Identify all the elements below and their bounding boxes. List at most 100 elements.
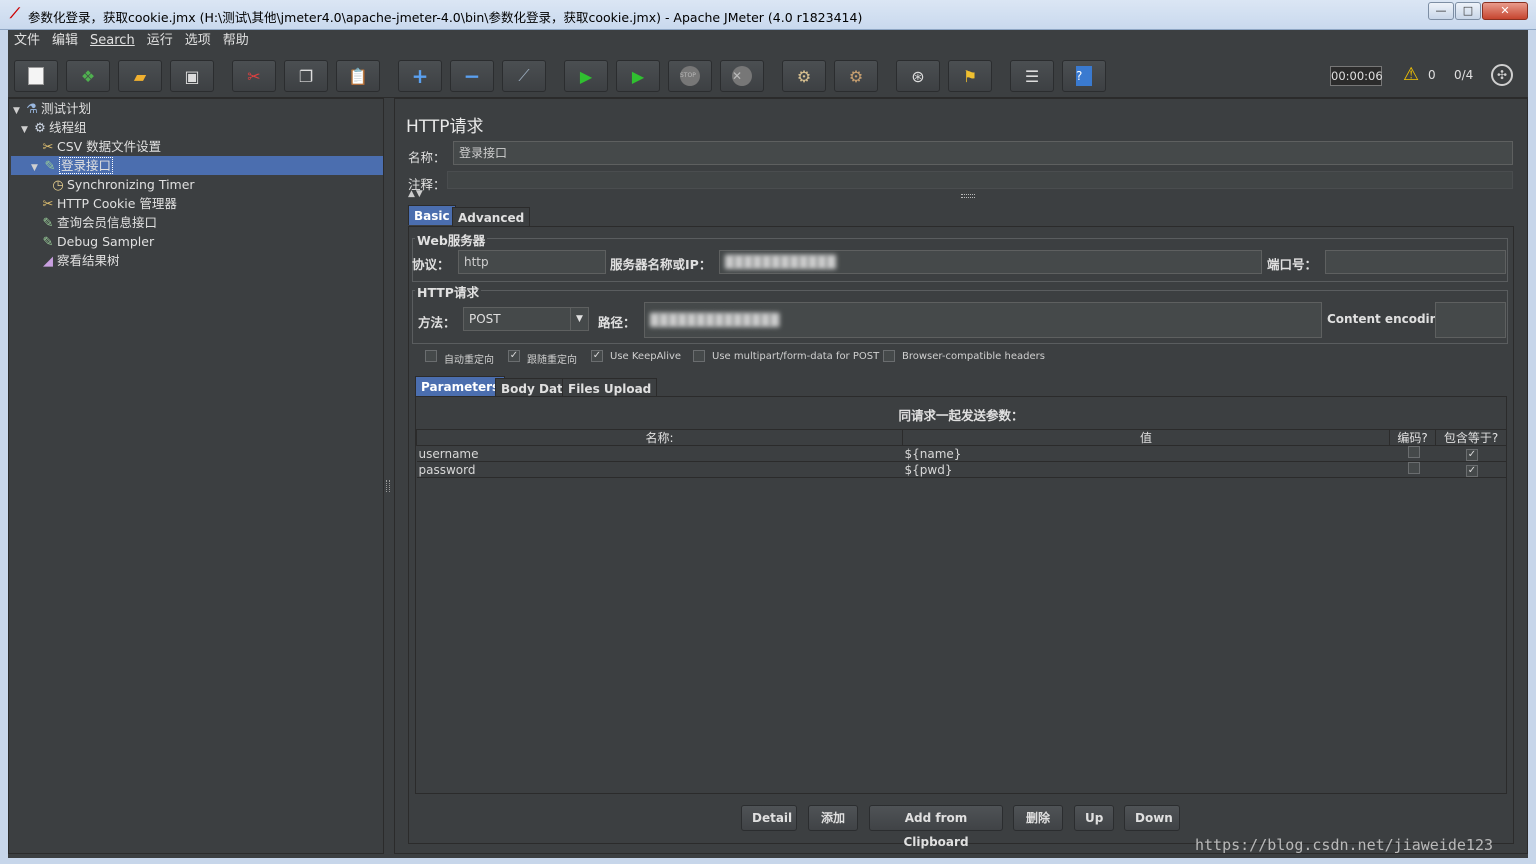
templates-button[interactable]: ❖ [66,60,110,92]
copy-button[interactable]: ❐ [284,60,328,92]
tab-basic[interactable]: Basic [408,205,456,225]
params-caption: 同请求一起发送参数： [898,408,1024,423]
minimize-button[interactable]: — [1428,2,1454,20]
auto-redirect-checkbox[interactable] [425,350,437,362]
menu-search[interactable]: Search [84,30,141,52]
param-value-cell[interactable]: ${name} [902,445,1390,462]
toggle-button[interactable]: ⟋ [502,60,546,92]
delete-button[interactable]: 删除 [1013,805,1063,831]
divider-handle[interactable] [961,194,975,198]
chevron-down-icon[interactable]: ▼ [570,308,588,330]
remote-globe-icon[interactable]: ✣ [1491,64,1513,86]
help-button[interactable]: ? [1062,60,1106,92]
tab-files-upload[interactable]: Files Upload [562,378,658,398]
stop-button[interactable]: STOP [668,60,712,92]
scissors-icon: ✂ [42,140,54,155]
menu-file[interactable]: 文件 [8,30,46,52]
tree-node-test-plan[interactable]: ▼ ⚗ 测试计划 [13,99,91,118]
method-select[interactable]: POST ▼ [463,307,589,331]
start-no-pauses-button[interactable]: ▶ [616,60,660,92]
clear-all-button[interactable]: ⚙ [834,60,878,92]
col-include-equals-header[interactable]: 包含等于? [1435,429,1507,446]
expand-arrow-icon[interactable]: ▼ [31,159,41,178]
broom-all-icon: ⚙ [848,66,864,86]
path-field[interactable]: ██████████████ [644,302,1322,338]
tree-node-cookie-manager[interactable]: ✂ HTTP Cookie 管理器 [39,194,177,213]
tree-node-debug-sampler[interactable]: ✎ Debug Sampler [39,232,155,251]
shutdown-icon: ✕ [732,66,752,86]
maximize-button[interactable]: □ [1455,2,1481,20]
keepalive-checkbox[interactable]: ✓ [591,350,603,362]
follow-redirect-label: 跟随重定向 [527,355,577,366]
search-button[interactable]: ⊛ [896,60,940,92]
expand-arrow-icon[interactable]: ▼ [21,121,31,140]
include-equals-checkbox[interactable]: ✓ [1466,449,1478,461]
clear-button[interactable]: ⚙ [782,60,826,92]
collapse-all-button[interactable]: − [450,60,494,92]
down-button[interactable]: Down [1124,805,1180,831]
up-button[interactable]: Up [1074,805,1114,831]
menu-run[interactable]: 运行 [141,30,179,52]
tree-node-csv-config[interactable]: ✂ CSV 数据文件设置 [39,137,162,156]
multipart-label: Use multipart/form-data for POST [712,351,880,362]
server-field[interactable]: ████████████ [719,250,1262,274]
tree-node-sync-timer[interactable]: ◷ Synchronizing Timer [49,175,194,194]
tab-advanced[interactable]: Advanced [452,207,531,227]
encode-cell[interactable] [1389,461,1436,478]
encode-checkbox[interactable] [1407,462,1420,474]
open-button[interactable]: ▰ [118,60,162,92]
encoding-field[interactable] [1435,302,1506,338]
name-field[interactable]: 登录接口 [453,141,1513,165]
menu-help[interactable]: 帮助 [217,30,255,52]
include-equals-checkbox[interactable]: ✓ [1466,465,1478,477]
split-pane-handle[interactable] [386,480,390,492]
warning-icon[interactable]: ⚠ [1403,64,1419,85]
follow-redirect-checkbox[interactable]: ✓ [508,350,520,362]
param-name-cell[interactable]: password [416,461,903,478]
detail-button[interactable]: Detail [741,805,797,831]
col-name-header[interactable]: 名称: [416,429,903,446]
collapse-arrows-icon[interactable]: ▲▼ [408,189,424,199]
tree-node-query-sampler[interactable]: ✎ 查询会员信息接口 [39,213,157,232]
port-field[interactable] [1325,250,1506,274]
http-request-panel: HTTP请求 名称： 登录接口 注释： ▲▼ Basic Advanced We… [394,98,1528,854]
menu-options[interactable]: 选项 [179,30,217,52]
include-equals-cell[interactable]: ✓ [1435,461,1507,478]
expand-all-button[interactable]: + [398,60,442,92]
browser-headers-checkbox[interactable] [883,350,895,362]
comment-field[interactable] [447,171,1513,189]
close-button[interactable]: ✕ [1482,2,1528,20]
toggle-icon: ⟋ [518,66,530,85]
start-button[interactable]: ▶ [564,60,608,92]
col-encode-header[interactable]: 编码? [1389,429,1436,446]
protocol-field[interactable]: http [458,250,606,274]
add-button[interactable]: 添加 [808,805,858,831]
param-name-cell[interactable]: username [416,445,903,462]
function-helper-button[interactable]: ☰ [1010,60,1054,92]
table-row[interactable]: username ${name} ✓ [416,445,1507,462]
table-row[interactable]: password ${pwd} ✓ [416,461,1507,478]
tree-node-thread-group[interactable]: ▼ ⚙ 线程组 [21,118,87,137]
multipart-checkbox[interactable] [693,350,705,362]
shutdown-button[interactable]: ✕ [720,60,764,92]
menu-edit[interactable]: 编辑 [46,30,84,52]
col-value-header[interactable]: 值 [902,429,1390,446]
encode-cell[interactable] [1389,445,1436,462]
tree-node-results-tree[interactable]: ◢ 察看结果树 [39,251,120,270]
new-button[interactable] [14,60,58,92]
param-value-cell[interactable]: ${pwd} [902,461,1390,478]
encoding-label: Content encoding: [1327,312,1452,326]
include-equals-cell[interactable]: ✓ [1435,445,1507,462]
toolbar: ❖ ▰ ▣ ✂ ❐ 📋 + − ⟋ ▶ ▶ STOP ✕ ⚙ ⚙ ⊛ ⚑ ☰ ?… [8,54,1528,98]
cut-button[interactable]: ✂ [232,60,276,92]
paste-button[interactable]: 📋 [336,60,380,92]
minus-icon: − [463,64,481,88]
encode-checkbox[interactable] [1407,446,1420,458]
save-button[interactable]: ▣ [170,60,214,92]
tab-parameters[interactable]: Parameters [415,376,506,396]
reset-search-button[interactable]: ⚑ [948,60,992,92]
scissors-icon: ✂ [247,66,261,86]
add-from-clipboard-button[interactable]: Add from Clipboard [869,805,1003,849]
flask-icon: ⚗ [26,102,38,117]
tree-node-login-sampler[interactable]: ▼ ✎ 登录接口 [11,156,383,175]
